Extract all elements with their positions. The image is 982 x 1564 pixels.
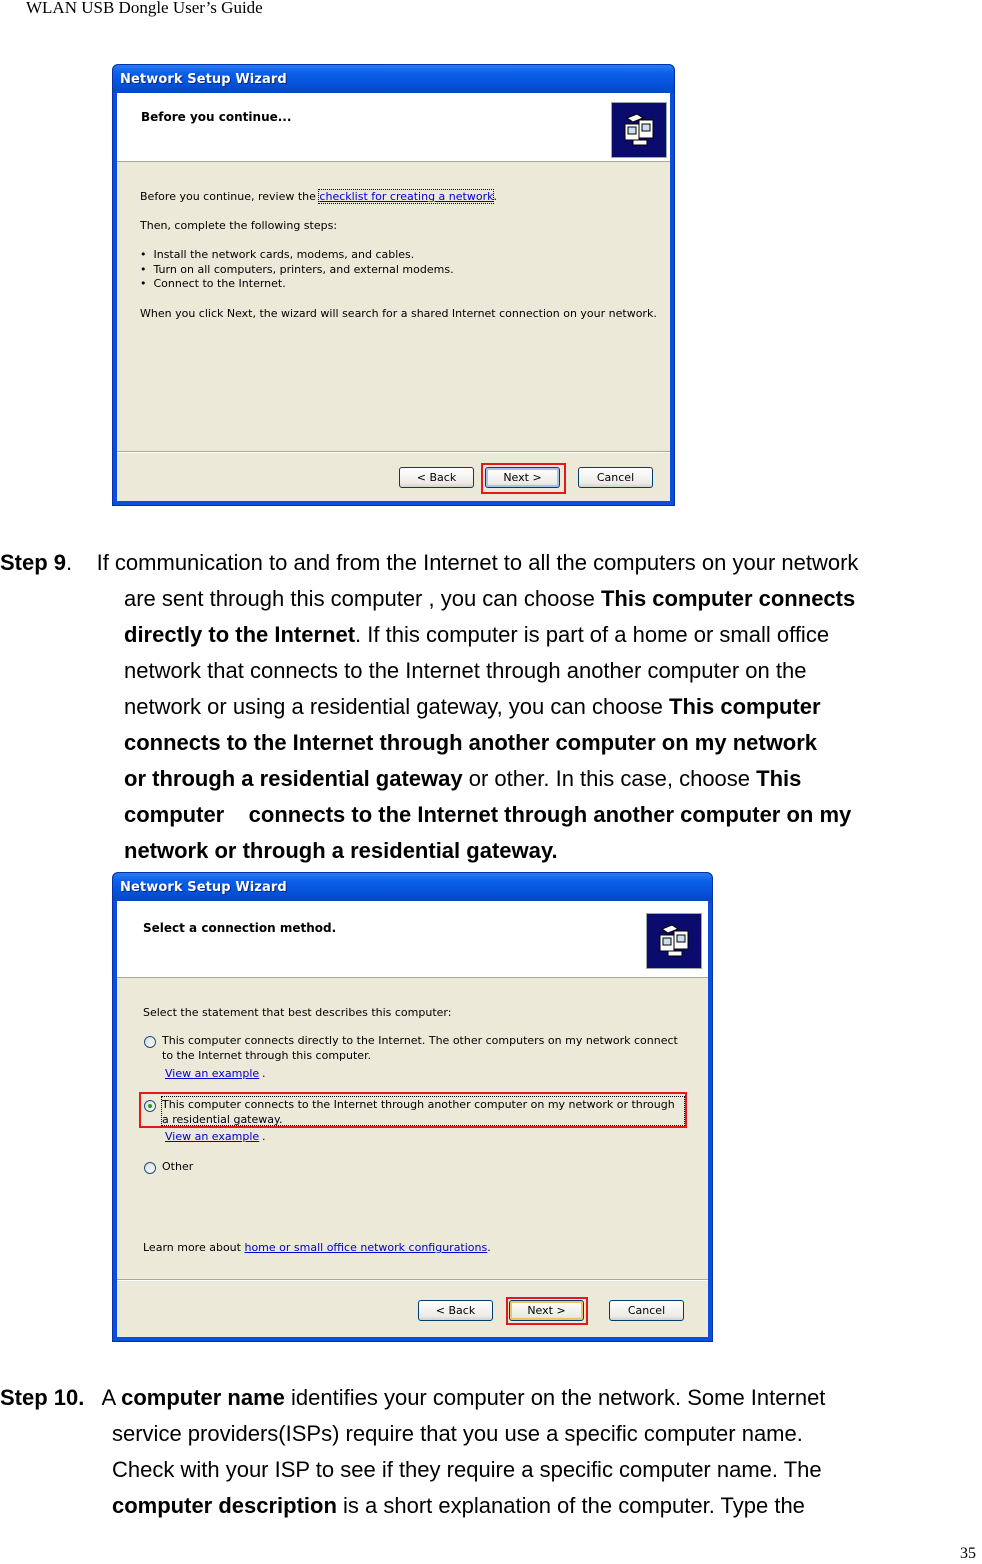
next-note: When you click Next, the wizard will sea… — [140, 307, 657, 320]
option-direct-line2[interactable]: to the Internet through this computer. — [162, 1049, 371, 1062]
cancel-button[interactable]: Cancel — [578, 467, 653, 488]
paragraph-line: connects to the Internet through another… — [0, 725, 982, 761]
paragraph-line: network that connects to the Internet th… — [0, 653, 982, 689]
view-example-link[interactable]: View an example — [165, 1067, 259, 1080]
network-computers-icon — [611, 102, 667, 158]
select-prompt: Select the statement that best describes… — [143, 1006, 452, 1019]
learn-more-text: Learn more about home or small office ne… — [143, 1241, 491, 1254]
next-button-highlight — [506, 1297, 588, 1325]
paragraph-line: service providers(ISPs) require that you… — [0, 1416, 982, 1452]
option-other-label[interactable]: Other — [162, 1160, 193, 1173]
dialog-client-area: Before you continue... Before you contin… — [117, 93, 670, 501]
wizard-heading: Select a connection method. — [143, 921, 337, 935]
option-highlight — [139, 1092, 687, 1128]
paragraph-line: are sent through this computer , you can… — [0, 581, 982, 617]
text: Check with your ISP to see if they requi… — [112, 1457, 822, 1482]
period: . — [262, 1067, 266, 1080]
text: is a short explanation of the computer. … — [336, 1493, 805, 1518]
bold-text: connects to the Internet through another… — [124, 730, 818, 755]
network-computers-icon — [646, 913, 702, 969]
network-setup-wizard-dialog-connection-method: Network Setup Wizard Select a connection… — [112, 872, 713, 1342]
title-bar[interactable]: Network Setup Wizard — [113, 65, 674, 93]
network-configurations-link[interactable]: home or small office network configurati… — [244, 1241, 487, 1254]
paragraph-line: computer description is a short explanat… — [0, 1488, 982, 1524]
network-setup-wizard-dialog-before-continue: Network Setup Wizard Before you continue… — [112, 64, 675, 506]
text: service providers(ISPs) require that you… — [112, 1421, 803, 1446]
paragraph-line: network or using a residential gateway, … — [0, 689, 982, 725]
step-10-paragraph: Step 10. A computer name identifies your… — [0, 1380, 982, 1524]
separator — [117, 1279, 708, 1281]
text: . If this computer is part of a home or … — [355, 622, 830, 647]
page-number: 35 — [960, 1545, 976, 1562]
checklist-link[interactable]: checklist for creating a network — [318, 189, 495, 204]
bold-text: This computer connects — [600, 586, 856, 611]
back-button[interactable]: < Back — [418, 1300, 493, 1321]
bold-text: computer name — [121, 1385, 285, 1410]
wizard-header: Before you continue... — [117, 93, 670, 162]
paragraph-line: computer connects to the Internet throug… — [0, 797, 982, 833]
paragraph-line: Check with your ISP to see if they requi… — [0, 1452, 982, 1488]
bold-text: computer description — [112, 1493, 337, 1518]
text: are sent through this computer , you can… — [124, 586, 601, 611]
bold-text: or through a residential gateway — [124, 766, 463, 791]
window-title: Network Setup Wizard — [120, 880, 287, 895]
wizard-header: Select a connection method. — [117, 901, 708, 978]
bold-text: This computer — [669, 694, 821, 719]
text: network or using a residential gateway, … — [124, 694, 670, 719]
bold-text: computer connects to the Internet throug… — [124, 802, 852, 827]
text: A — [84, 1385, 122, 1410]
steps-intro: Then, complete the following steps: — [140, 219, 338, 232]
radio-direct-connection[interactable] — [144, 1036, 156, 1048]
cancel-button[interactable]: Cancel — [609, 1300, 684, 1321]
window-title: Network Setup Wizard — [120, 72, 287, 87]
back-button[interactable]: < Back — [399, 467, 474, 488]
title-bar[interactable]: Network Setup Wizard — [113, 873, 712, 901]
separator — [117, 451, 670, 453]
bullet-item: • Install the network cards, modems, and… — [140, 248, 415, 261]
review-text: Before you continue, review the checklis… — [140, 189, 497, 204]
dialog-client-area: Select a connection method. Select the s… — [117, 901, 708, 1337]
text: . If communication to and from the Inter… — [66, 550, 859, 575]
step-label: Step 9 — [0, 550, 67, 575]
step-label: Step 10. — [0, 1385, 85, 1410]
radio-other[interactable] — [144, 1162, 156, 1174]
text: or other. In this case, choose — [462, 766, 757, 791]
text: identifies your computer on the network.… — [284, 1385, 826, 1410]
text: network that connects to the Internet th… — [124, 658, 807, 683]
next-button-highlight — [481, 463, 566, 494]
paragraph-line: Step 9. If communication to and from the… — [0, 545, 982, 581]
view-example-link[interactable]: View an example — [165, 1130, 259, 1143]
paragraph-line: or through a residential gateway or othe… — [0, 761, 982, 797]
period: . — [262, 1130, 266, 1143]
document-header: WLAN USB Dongle User’s Guide — [26, 0, 263, 17]
paragraph-line: Step 10. A computer name identifies your… — [0, 1380, 982, 1416]
paragraph-line: network or through a residential gateway… — [0, 833, 982, 869]
bold-text: directly to the Internet — [124, 622, 356, 647]
wizard-heading: Before you continue... — [141, 110, 292, 124]
option-direct-line1[interactable]: This computer connects directly to the I… — [162, 1034, 678, 1047]
bullet-item: • Connect to the Internet. — [140, 277, 286, 290]
bold-text: network or through a residential gateway… — [124, 838, 558, 863]
bold-text: This — [756, 766, 802, 791]
step-9-paragraph: Step 9. If communication to and from the… — [0, 545, 982, 869]
bullet-item: • Turn on all computers, printers, and e… — [140, 263, 454, 276]
paragraph-line: directly to the Internet. If this comput… — [0, 617, 982, 653]
